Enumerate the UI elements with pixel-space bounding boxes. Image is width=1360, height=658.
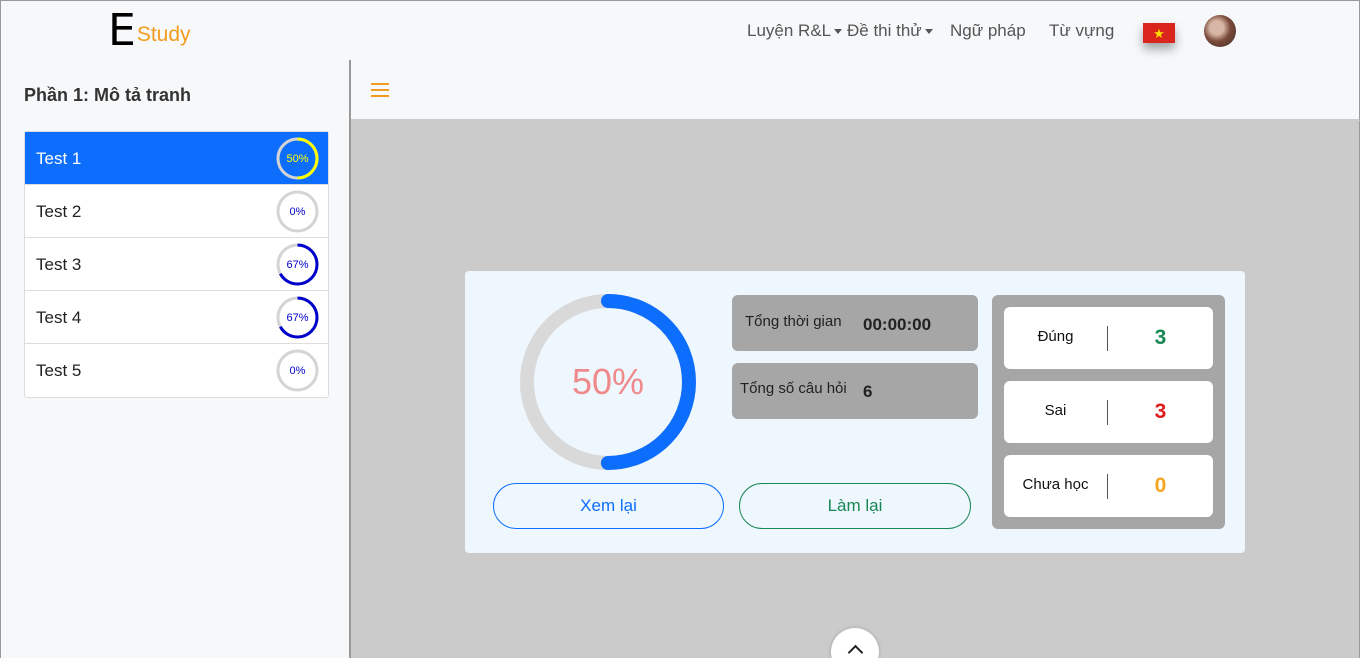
nav-grammar-link[interactable]: Ngữ pháp [950, 21, 1026, 41]
progress-ring: 67% [276, 296, 319, 339]
retry-button[interactable]: Làm lại [739, 483, 971, 529]
nav-vocabulary-link[interactable]: Từ vựng [1049, 21, 1114, 41]
test-label: Test 5 [36, 361, 82, 380]
nav-mock-test-label: Đề thi thử [847, 21, 922, 40]
total-time-value: 00:00:00 [863, 315, 932, 334]
correct-label: Đúng [1037, 328, 1074, 345]
test-label: Test 4 [36, 308, 82, 327]
score-breakdown: Đúng 3 Sai 3 Chưa học 0 [992, 295, 1225, 529]
test-item[interactable]: Test 2 0% [25, 185, 328, 238]
test-label: Test 2 [36, 202, 82, 221]
menu-toggle-icon[interactable] [371, 83, 389, 97]
nav-practice-label: Luyện R&L [747, 21, 832, 40]
test-list: Test 1 50% Test 2 0% Test 3 67% Test 4 67% Test … [24, 131, 329, 398]
total-questions-box: Tổng số câu hỏi 6 [732, 363, 978, 419]
progress-percent: 67% [286, 312, 308, 324]
wrong-count: 3 [1154, 400, 1167, 423]
test-item[interactable]: Test 4 67% [25, 291, 328, 344]
main-content: 50% Tổng thời gian 00:00:00 Tổng số câu … [351, 121, 1360, 658]
wrong-box: Sai 3 [1004, 381, 1213, 443]
section-title: Phần 1: Mô tả tranh [24, 85, 192, 105]
progress-percent: 67% [286, 259, 308, 271]
estudy-logo[interactable]: E Study [108, 5, 191, 56]
test-item[interactable]: Test 3 67% [25, 238, 328, 291]
test-item[interactable]: Test 1 50% [25, 132, 328, 185]
progress-ring: 50% [276, 137, 319, 180]
progress-ring: 0% [276, 349, 319, 392]
correct-count: 3 [1154, 326, 1167, 349]
score-percent: 50% [571, 361, 645, 402]
test-item[interactable]: Test 5 0% [25, 344, 328, 397]
sidebar: Phần 1: Mô tả tranh Test 1 50% Test 2 0% Tes… [0, 60, 351, 658]
progress-percent: 0% [290, 365, 306, 377]
star-icon: ★ [1153, 25, 1165, 41]
progress-ring: 67% [276, 243, 319, 286]
unlearned-box: Chưa học 0 [1004, 455, 1213, 517]
unlearned-count: 0 [1154, 474, 1167, 497]
test-label: Test 3 [36, 255, 82, 274]
test-label: Test 1 [36, 149, 82, 168]
total-questions-label: Tổng số câu hỏi [740, 380, 847, 397]
chevron-up-icon [847, 644, 863, 658]
content-header [351, 60, 1360, 121]
result-card: 50% Tổng thời gian 00:00:00 Tổng số câu … [465, 271, 1245, 553]
total-time-label: Tổng thời gian [745, 313, 842, 330]
logo-letter: E [108, 5, 136, 56]
total-questions-value: 6 [863, 382, 873, 401]
nav-mock-test-dropdown[interactable]: Đề thi thử [847, 21, 933, 41]
vietnam-flag-icon[interactable]: ★ [1143, 23, 1175, 43]
caret-down-icon [924, 29, 933, 35]
progress-percent: 50% [286, 153, 308, 165]
caret-down-icon [834, 29, 843, 35]
nav-practice-dropdown[interactable]: Luyện R&L [747, 21, 843, 41]
total-time-box: Tổng thời gian 00:00:00 [732, 295, 978, 351]
progress-percent: 0% [290, 206, 306, 218]
progress-ring: 0% [276, 190, 319, 233]
review-button[interactable]: Xem lại [493, 483, 724, 529]
top-navbar: E Study Luyện R&L Đề thi thử Ngữ pháp Từ… [0, 0, 1360, 60]
wrong-label: Sai [1044, 402, 1067, 419]
avatar[interactable] [1204, 15, 1236, 47]
correct-box: Đúng 3 [1004, 307, 1213, 369]
unlearned-label: Chưa học [1022, 476, 1089, 493]
logo-text: Study [136, 23, 191, 46]
